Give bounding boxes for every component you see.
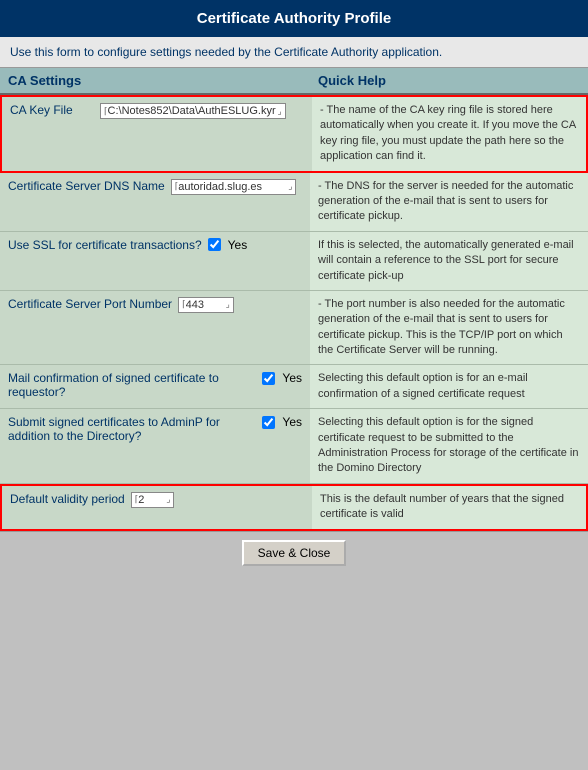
- column-headers: CA Settings Quick Help: [0, 68, 588, 95]
- ca-key-file-label: CA Key File: [10, 103, 100, 117]
- submit-signed-checkbox-group: Yes: [262, 415, 302, 429]
- use-ssl-help: If this is selected, the automatically g…: [310, 232, 588, 290]
- help-column-header: Quick Help: [310, 68, 588, 95]
- page-title: Certificate Authority Profile: [197, 10, 391, 27]
- save-close-button[interactable]: Save & Close: [242, 540, 347, 566]
- default-validity-input-wrapper: ⌈ ⌟: [131, 492, 175, 508]
- default-validity-help: This is the default number of years that…: [312, 486, 586, 529]
- submit-signed-label: Submit signed certificates to AdminP for…: [8, 415, 262, 443]
- cert-server-dns-help: - The DNS for the server is needed for t…: [310, 173, 588, 231]
- cert-server-port-row: Certificate Server Port Number ⌈ ⌟ - The…: [0, 291, 588, 366]
- cert-server-port-cell: Certificate Server Port Number ⌈ ⌟: [0, 291, 310, 365]
- mail-confirmation-help: Selecting this default option is for an …: [310, 365, 588, 408]
- submit-signed-cell: Submit signed certificates to AdminP for…: [0, 409, 310, 483]
- mail-confirmation-cell: Mail confirmation of signed certificate …: [0, 365, 310, 408]
- default-validity-cell: Default validity period ⌈ ⌟: [2, 486, 312, 529]
- cert-server-port-input[interactable]: [186, 299, 226, 311]
- use-ssl-checkbox-group: Yes: [208, 238, 248, 252]
- ca-key-file-cell: CA Key File ⌈ ⌟: [2, 97, 312, 171]
- cert-server-port-input-wrapper: ⌈ ⌟: [178, 297, 234, 313]
- mail-confirmation-value: Yes: [282, 371, 302, 385]
- default-validity-row: Default validity period ⌈ ⌟ This is the …: [0, 484, 588, 531]
- mail-confirmation-row: Mail confirmation of signed certificate …: [0, 365, 588, 409]
- cert-server-port-help: - The port number is also needed for the…: [310, 291, 588, 365]
- ca-key-file-row: CA Key File ⌈ ⌟ - The name of the CA key…: [0, 95, 588, 173]
- submit-signed-checkbox[interactable]: [262, 416, 275, 429]
- submit-signed-row: Submit signed certificates to AdminP for…: [0, 409, 588, 484]
- default-validity-input[interactable]: [138, 494, 166, 506]
- use-ssl-label: Use SSL for certificate transactions?: [8, 238, 208, 252]
- cert-server-dns-row: Certificate Server DNS Name ⌈ ⌟ - The DN…: [0, 173, 588, 232]
- use-ssl-cell: Use SSL for certificate transactions? Ye…: [0, 232, 310, 290]
- cert-server-dns-input-wrapper: ⌈ ⌟: [171, 179, 297, 195]
- mail-confirmation-label: Mail confirmation of signed certificate …: [8, 371, 262, 399]
- ca-key-file-input[interactable]: [108, 105, 278, 117]
- default-validity-label: Default validity period: [10, 492, 131, 506]
- use-ssl-row: Use SSL for certificate transactions? Ye…: [0, 232, 588, 291]
- ca-key-file-help: - The name of the CA key ring file is st…: [312, 97, 586, 171]
- cert-server-dns-cell: Certificate Server DNS Name ⌈ ⌟: [0, 173, 310, 231]
- cert-server-dns-input[interactable]: [178, 181, 288, 193]
- use-ssl-value: Yes: [228, 238, 248, 252]
- cert-server-port-label: Certificate Server Port Number: [8, 297, 178, 311]
- page-footer: Save & Close: [0, 531, 588, 574]
- submit-signed-value: Yes: [282, 415, 302, 429]
- mail-confirmation-checkbox-group: Yes: [262, 371, 302, 385]
- use-ssl-checkbox[interactable]: [208, 238, 221, 251]
- page-header: Certificate Authority Profile: [0, 0, 588, 37]
- mail-confirmation-checkbox[interactable]: [262, 372, 275, 385]
- settings-column-header: CA Settings: [0, 68, 310, 95]
- submit-signed-help: Selecting this default option is for the…: [310, 409, 588, 483]
- cert-server-dns-label: Certificate Server DNS Name: [8, 179, 171, 193]
- ca-key-file-input-wrapper: ⌈ ⌟: [100, 103, 286, 119]
- intro-text: Use this form to configure settings need…: [0, 37, 588, 68]
- page-container: Certificate Authority Profile Use this f…: [0, 0, 588, 574]
